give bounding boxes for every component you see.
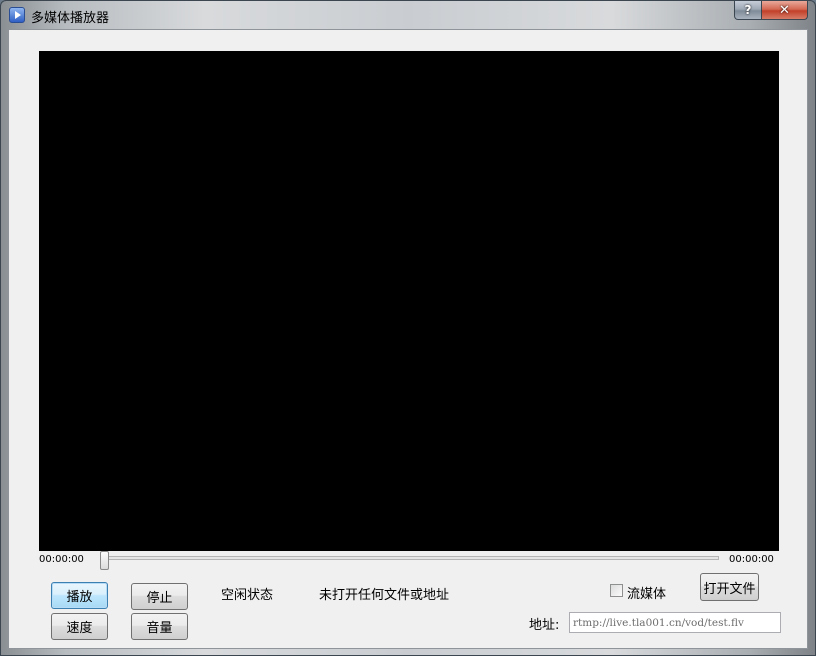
address-label: 地址: (529, 618, 560, 633)
window-title: 多媒体播放器 (31, 11, 110, 26)
stop-button[interactable]: 停止 (131, 583, 188, 610)
stream-media-checkbox[interactable] (610, 584, 623, 597)
current-time: 00:00:00 (39, 554, 84, 565)
help-icon: ? (744, 3, 752, 17)
client-area: 00:00:00 00:00:00 播放 速度 停止 音量 空闲状态 未打开任何… (8, 29, 808, 649)
file-status-label: 未打开任何文件或地址 (319, 588, 450, 603)
title-bar[interactable]: 多媒体播放器 ? ✕ (1, 1, 815, 29)
volume-button[interactable]: 音量 (131, 613, 188, 640)
caption-buttons: ? ✕ (734, 1, 808, 20)
seek-slider-handle[interactable] (100, 551, 109, 570)
media-player-icon (9, 7, 25, 23)
play-button[interactable]: 播放 (51, 582, 108, 609)
seek-slider-track[interactable] (101, 556, 719, 560)
player-window: 多媒体播放器 ? ✕ 00:00:00 00:00:00 播放 速度 停止 音量… (0, 0, 816, 656)
open-file-button[interactable]: 打开文件 (700, 573, 759, 601)
speed-button[interactable]: 速度 (51, 613, 108, 640)
player-state-label: 空闲状态 (221, 588, 274, 603)
video-display[interactable] (39, 51, 779, 551)
address-input[interactable] (569, 612, 781, 633)
help-button[interactable]: ? (734, 1, 762, 20)
close-icon: ✕ (779, 2, 790, 18)
close-button[interactable]: ✕ (762, 1, 808, 20)
stream-media-label[interactable]: 流媒体 (627, 583, 666, 602)
total-time: 00:00:00 (729, 554, 774, 565)
